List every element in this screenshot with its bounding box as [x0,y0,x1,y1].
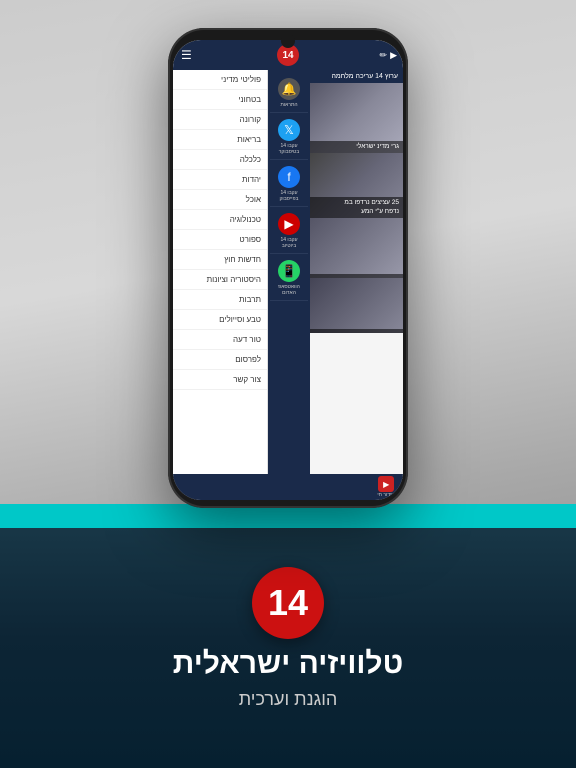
menu-item-culture[interactable]: תרבות [173,290,267,310]
menu-item-opinion[interactable]: טור דעה [173,330,267,350]
branding-section: 14 טלוויזיה ישראלית הוגנת וערכית [0,528,576,768]
hamburger-icon[interactable]: ☰ [181,48,192,62]
menu-item-sports[interactable]: ספורט [173,230,267,250]
news-caption-2: 25 עציצים נרדפו במנדפח ע"י המע [310,197,403,218]
whatsapp-block[interactable]: 📱 הוואטסאפהאדום [270,256,308,301]
phone-screen: ☰ 14 ✏ ▶ פוליטי מדיני בטחוני קורונה בריא… [173,40,403,500]
news-image-2[interactable]: 25 עציצים נרדפו במנדפח ע"י המע [310,153,403,218]
twitter-block[interactable]: 𝕏 עקבו 14בטיסבוקר [270,115,308,160]
live-button[interactable]: ▶ שידור חי [377,476,395,498]
youtube-label: עקבו 14ביוטיוב [280,237,297,249]
phone-frame: ☰ 14 ✏ ▶ פוליטי מדיני בטחוני קורונה בריא… [168,28,408,508]
menu-item-health[interactable]: בריאות [173,130,267,150]
menu-item-judaism[interactable]: יהדות [173,170,267,190]
header-right-icons: ✏ ▶ [380,50,397,61]
youtube-icon: ▶ [278,213,300,235]
news-caption-1: גרי מדינ ישראלי [310,141,403,153]
menu-item-contact[interactable]: צור קשר [173,370,267,390]
facebook-block[interactable]: f עקבו 14בפייסבוק [270,162,308,207]
menu-item-corona[interactable]: קורונה [173,110,267,130]
menu-item-economy[interactable]: כלכלה [173,150,267,170]
menu-item-food[interactable]: אוכל [173,190,267,210]
whatsapp-icon: 📱 [278,260,300,282]
news-top-banner: ערוץ 14 עריכה מלחמה [310,70,403,83]
brand-logo-number: 14 [268,582,308,624]
bottom-nav: ▶ שידור חי [173,474,403,500]
facebook-label: עקבו 14בפייסבוק [279,190,298,202]
social-side-panel: 🔔 התראות 𝕏 עקבו 14בטיסבוקר f עקבו 14בפיי… [268,70,310,474]
menu-item-advertise[interactable]: לפרסום [173,350,267,370]
brand-subtitle: הוגנת וערכית [239,689,338,710]
whatsapp-label: הוואטסאפהאדום [278,284,300,296]
menu-item-tech[interactable]: טכנולוגיה [173,210,267,230]
phone-notch [281,34,295,48]
logo-number: 14 [282,50,293,61]
menu-item-nature[interactable]: טבע וסייולים [173,310,267,330]
menu-item-history[interactable]: היסטוריה וציונות [173,270,267,290]
bell-icon: 🔔 [278,78,300,100]
app-content: פוליטי מדיני בטחוני קורונה בריאות כלכלה … [173,70,403,474]
twitter-icon: 𝕏 [278,119,300,141]
menu-item-security[interactable]: בטחוני [173,90,267,110]
menu-item-politics[interactable]: פוליטי מדיני [173,70,267,90]
live-label: שידור חי [377,492,395,498]
menu-item-world[interactable]: חדשות חוץ [173,250,267,270]
news-area[interactable]: ערוץ 14 עריכה מלחמה גרי מדינ ישראלי 25 ע… [310,70,403,474]
brand-logo: 14 [252,567,324,639]
facebook-icon: f [278,166,300,188]
brand-title: טלוויזיה ישראלית [173,647,403,681]
live-icon: ▶ [378,476,394,492]
menu-panel[interactable]: פוליטי מדיני בטחוני קורונה בריאות כלכלה … [173,70,268,474]
news-image-3[interactable] [310,218,403,278]
notifications-label: התראות [280,102,297,108]
live-icon: ▶ [390,50,397,61]
edit-icon: ✏ [380,50,388,61]
notifications-block[interactable]: 🔔 התראות [270,74,308,113]
news-caption-4 [310,329,403,333]
youtube-block[interactable]: ▶ עקבו 14ביוטיוב [270,209,308,254]
news-image-4[interactable] [310,278,403,333]
twitter-label: עקבו 14בטיסבוקר [279,143,300,155]
news-image-1[interactable]: גרי מדינ ישראלי [310,83,403,153]
phone-mockup: ☰ 14 ✏ ▶ פוליטי מדיני בטחוני קורונה בריא… [168,28,408,508]
